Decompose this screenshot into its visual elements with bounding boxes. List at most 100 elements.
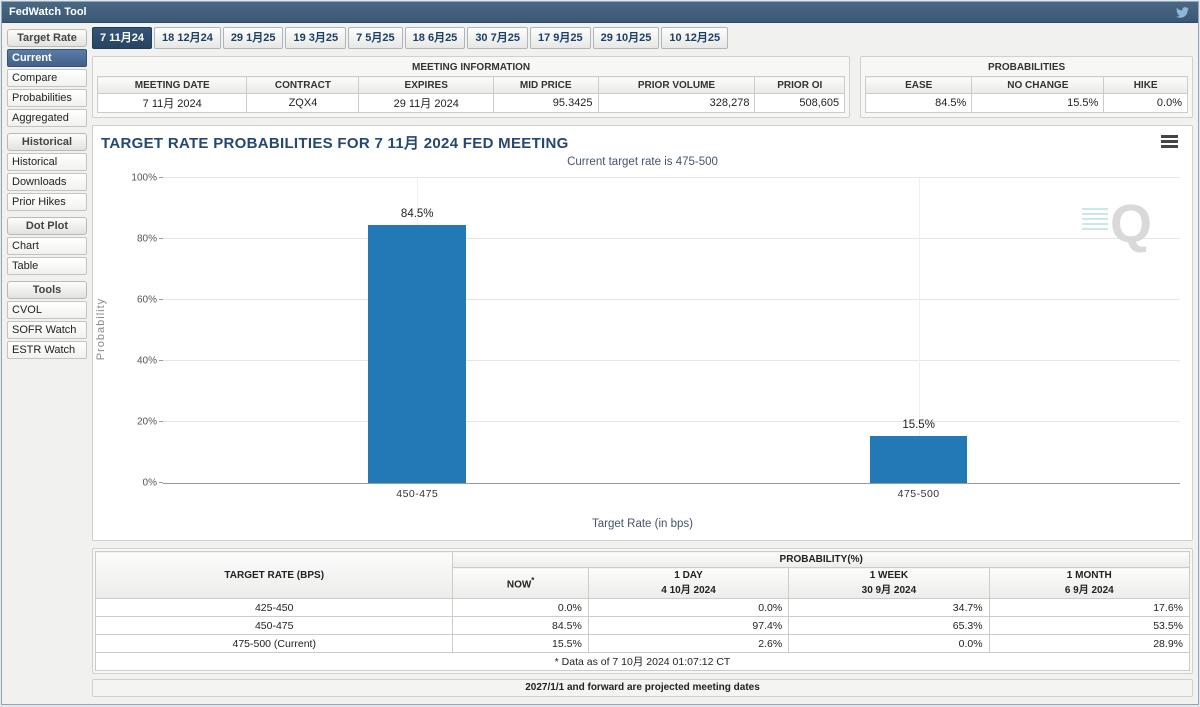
table-row-475-500-current: 475-500 (Current) 15.5% 2.6% 0.0% 28.9% [94,634,1191,653]
hike-value: 0.0% [1103,93,1188,113]
tab-meeting-date-5[interactable]: 18 6月25 [404,27,466,49]
sidebar-header-dot-plot: Dot Plot [7,217,87,235]
x-tick-475-500: 475-500 [897,488,940,500]
bar-slot-475-500: 15.5% [869,178,968,483]
probability-table: TARGET RATE (BPS) PROBABILITY(%) NOW* 1 … [94,551,1191,671]
tab-meeting-date-0[interactable]: 7 11月24 [92,27,153,49]
mid-price-value: 95.3425 [492,93,599,113]
bar-slot-450-475: 84.5% [368,178,467,483]
group-header-probability: PROBABILITY(%) [452,551,1190,568]
tab-meeting-date-2[interactable]: 29 1月25 [222,27,284,49]
probabilities-summary-panel: PROBABILITIES EASE NO CHANGE HIKE 84.5% … [860,56,1193,118]
projected-dates-note: 2027/1/1 and forward are projected meeti… [92,679,1193,697]
gridline [163,177,1180,178]
probability-table-panel: TARGET RATE (BPS) PROBABILITY(%) NOW* 1 … [92,548,1193,674]
sidebar-item-probabilities[interactable]: Probabilities [7,89,87,107]
contract-value: ZQX4 [246,93,360,113]
y-tick: 20% [136,416,157,428]
sidebar: Target Rate Current Compare Probabilitie… [6,27,92,700]
quikstrike-watermark-icon: Q [1081,194,1152,254]
sidebar-item-downloads[interactable]: Downloads [7,173,87,191]
col-1-week: 1 WEEK 30 9月 2024 [788,567,990,599]
sidebar-header-target-rate: Target Rate [7,29,87,47]
y-tick-mark [159,421,163,422]
sidebar-item-aggregated[interactable]: Aggregated [7,109,87,127]
no-change-value: 15.5% [971,93,1105,113]
sidebar-item-historical[interactable]: Historical [7,153,87,171]
gridline [163,238,1180,239]
y-tick-mark [159,360,163,361]
col-prior-volume: PRIOR VOLUME [597,76,756,94]
week-cell: 0.0% [788,634,990,653]
chart-menu-icon[interactable] [1161,135,1178,148]
sidebar-item-chart[interactable]: Chart [7,237,87,255]
bar-475-500[interactable] [869,435,968,483]
sidebar-item-table[interactable]: Table [7,257,87,275]
sidebar-item-current[interactable]: Current [7,49,87,67]
col-hike: HIKE [1103,76,1188,94]
col-1-day: 1 DAY 4 10月 2024 [587,567,790,599]
meeting-information-title: MEETING INFORMATION [411,62,531,73]
probabilities-summary-table: EASE NO CHANGE HIKE 84.5% 15.5% 0.0% [865,76,1188,113]
now-cell: 0.0% [452,598,589,617]
tab-meeting-date-6[interactable]: 30 7月25 [467,27,528,49]
col-mid-price: MID PRICE [492,76,599,94]
week-cell: 65.3% [788,616,990,635]
y-tick: 0% [142,477,157,489]
gridline [163,421,1180,422]
day-cell: 2.6% [587,634,790,653]
data-as-of-note: * Data as of 7 10月 2024 01:07:12 CT [95,652,1190,671]
chart-panel: TARGET RATE PROBABILITIES FOR 7 11月 2024… [92,125,1193,541]
month-cell: 17.6% [988,598,1191,617]
tab-meeting-date-3[interactable]: 19 3月25 [285,27,347,49]
expires-value: 29 11月 2024 [358,93,494,113]
col-now: NOW* [452,567,589,599]
meeting-date-value: 7 11月 2024 [96,93,248,113]
y-tick-mark [159,177,163,178]
tab-meeting-date-9[interactable]: 10 12月25 [661,27,729,49]
y-tick-mark [159,482,163,483]
month-cell: 53.5% [988,616,1191,635]
ease-value: 84.5% [865,93,973,113]
week-cell: 34.7% [788,598,990,617]
meeting-information-panel: MEETING INFORMATION MEETING DATE CONTRAC… [92,56,851,118]
month-cell: 28.9% [988,634,1191,653]
sidebar-item-compare[interactable]: Compare [7,69,87,87]
day-cell: 0.0% [587,598,790,617]
day-cell: 97.4% [587,616,790,635]
col-no-change: NO CHANGE [971,76,1105,94]
target-rate-cell: 425-450 [94,598,454,617]
table-row-425-450: 425-450 0.0% 0.0% 34.7% 17.6% [94,598,1191,617]
sidebar-item-estr-watch[interactable]: ESTR Watch [7,341,87,359]
sidebar-header-historical: Historical [7,133,87,151]
fedwatch-app: FedWatch Tool Target Rate Current Compar… [1,1,1199,705]
tab-meeting-date-4[interactable]: 7 5月25 [348,27,403,49]
sidebar-item-cvol[interactable]: CVOL [7,301,87,319]
bar-450-475[interactable] [368,225,467,483]
tab-meeting-date-1[interactable]: 18 12月24 [154,27,221,49]
col-prior-oi: PRIOR OI [754,76,846,94]
probabilities-summary-row: 84.5% 15.5% 0.0% [865,93,1188,113]
target-rate-cell: 475-500 (Current) [94,634,454,653]
col-expires: EXPIRES [358,76,494,94]
tab-meeting-date-8[interactable]: 29 10月25 [592,27,660,49]
target-rate-cell: 450-475 [94,616,454,635]
y-tick: 60% [136,294,157,306]
col-target-rate-bps: TARGET RATE (BPS) [94,551,454,599]
prior-oi-value: 508,605 [754,93,846,113]
sidebar-item-prior-hikes[interactable]: Prior Hikes [7,193,87,211]
plot-area: Probability 0% 20% 40% 60% 80% 100% 84.5… [95,173,1180,500]
meeting-information-table: MEETING DATE CONTRACT EXPIRES MID PRICE … [96,76,846,113]
sidebar-item-sofr-watch[interactable]: SOFR Watch [7,321,87,339]
y-tick-mark [159,238,163,239]
tab-meeting-date-7[interactable]: 17 9月25 [529,27,591,49]
x-tick-450-475: 450-475 [396,488,439,500]
app-title: FedWatch Tool [9,6,87,18]
twitter-icon[interactable] [1175,6,1190,19]
col-1-month: 1 MONTH 6 9月 2024 [988,567,1191,599]
col-ease: EASE [865,76,973,94]
bar-value-450-475: 84.5% [400,208,434,221]
meeting-date-tabs: 7 11月24 18 12月24 29 1月25 19 3月25 7 5月25 … [92,27,1193,49]
bar-value-475-500: 15.5% [902,418,935,431]
title-bar: FedWatch Tool [2,2,1198,23]
